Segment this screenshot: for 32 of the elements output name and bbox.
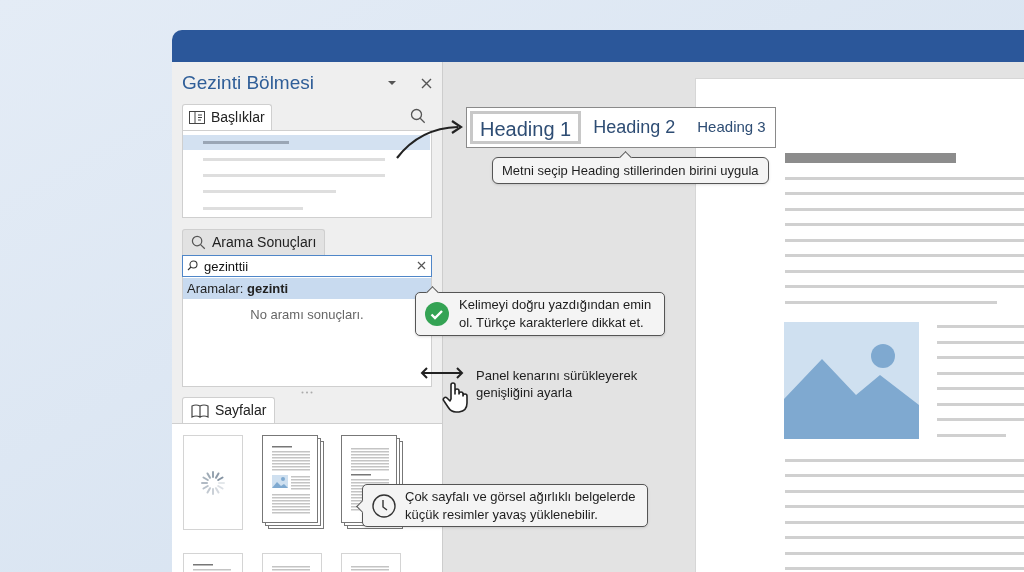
- page-thumbnail[interactable]: [262, 435, 324, 530]
- clock-icon: [372, 493, 396, 518]
- search-icon: [187, 260, 198, 271]
- callout-text: Metni seçip Heading stillerinden birini uygula: [502, 161, 759, 180]
- resize-arrow-icon: [420, 367, 464, 379]
- style-option[interactable]: Heading 3: [687, 111, 776, 144]
- search-results-tab[interactable]: Arama Sonuçları: [182, 229, 326, 255]
- pane-title: Gezinti Bölmesi: [182, 70, 314, 95]
- result-header: Aramalar: gezinti: [187, 279, 289, 298]
- callout-text: Çok sayfalı ve görsel ağırlıklı belgelerde küçük resimler yavaş yüklenebilir.: [405, 487, 637, 524]
- empty-message: No aramı sonuçları.: [250, 306, 364, 324]
- result-row[interactable]: Aramalar: gezinti: [183, 278, 431, 299]
- page-thumbnail[interactable]: [183, 435, 243, 530]
- search-icon: [191, 235, 206, 250]
- style-option[interactable]: Heading 2: [583, 111, 686, 144]
- book-icon: [191, 403, 209, 418]
- check-circle-icon: [425, 302, 449, 326]
- clear-icon[interactable]: [417, 261, 426, 270]
- dropdown-icon[interactable]: [387, 80, 397, 86]
- style-option[interactable]: Heading 1: [470, 111, 582, 144]
- close-icon[interactable]: [421, 77, 432, 89]
- loading-spinner-icon: [201, 470, 225, 495]
- headings-icon: [189, 111, 205, 124]
- hand-pointer-icon: [442, 381, 468, 413]
- search-field[interactable]: gezinttii: [182, 255, 432, 277]
- search-icon[interactable]: [410, 108, 426, 124]
- image-placeholder-icon: [784, 322, 919, 439]
- grip-icon[interactable]: [301, 390, 313, 394]
- pages-tab[interactable]: Sayfalar: [182, 397, 276, 423]
- hint-text: Panel kenarını sürükleyerek genişliğini ayarla: [476, 367, 639, 401]
- callout-text: Kelimeyi doğru yazdığından emin ol. Türkçe karakterlere dikkat et.: [459, 296, 653, 332]
- headings-tab[interactable]: Başlıklar: [182, 104, 272, 130]
